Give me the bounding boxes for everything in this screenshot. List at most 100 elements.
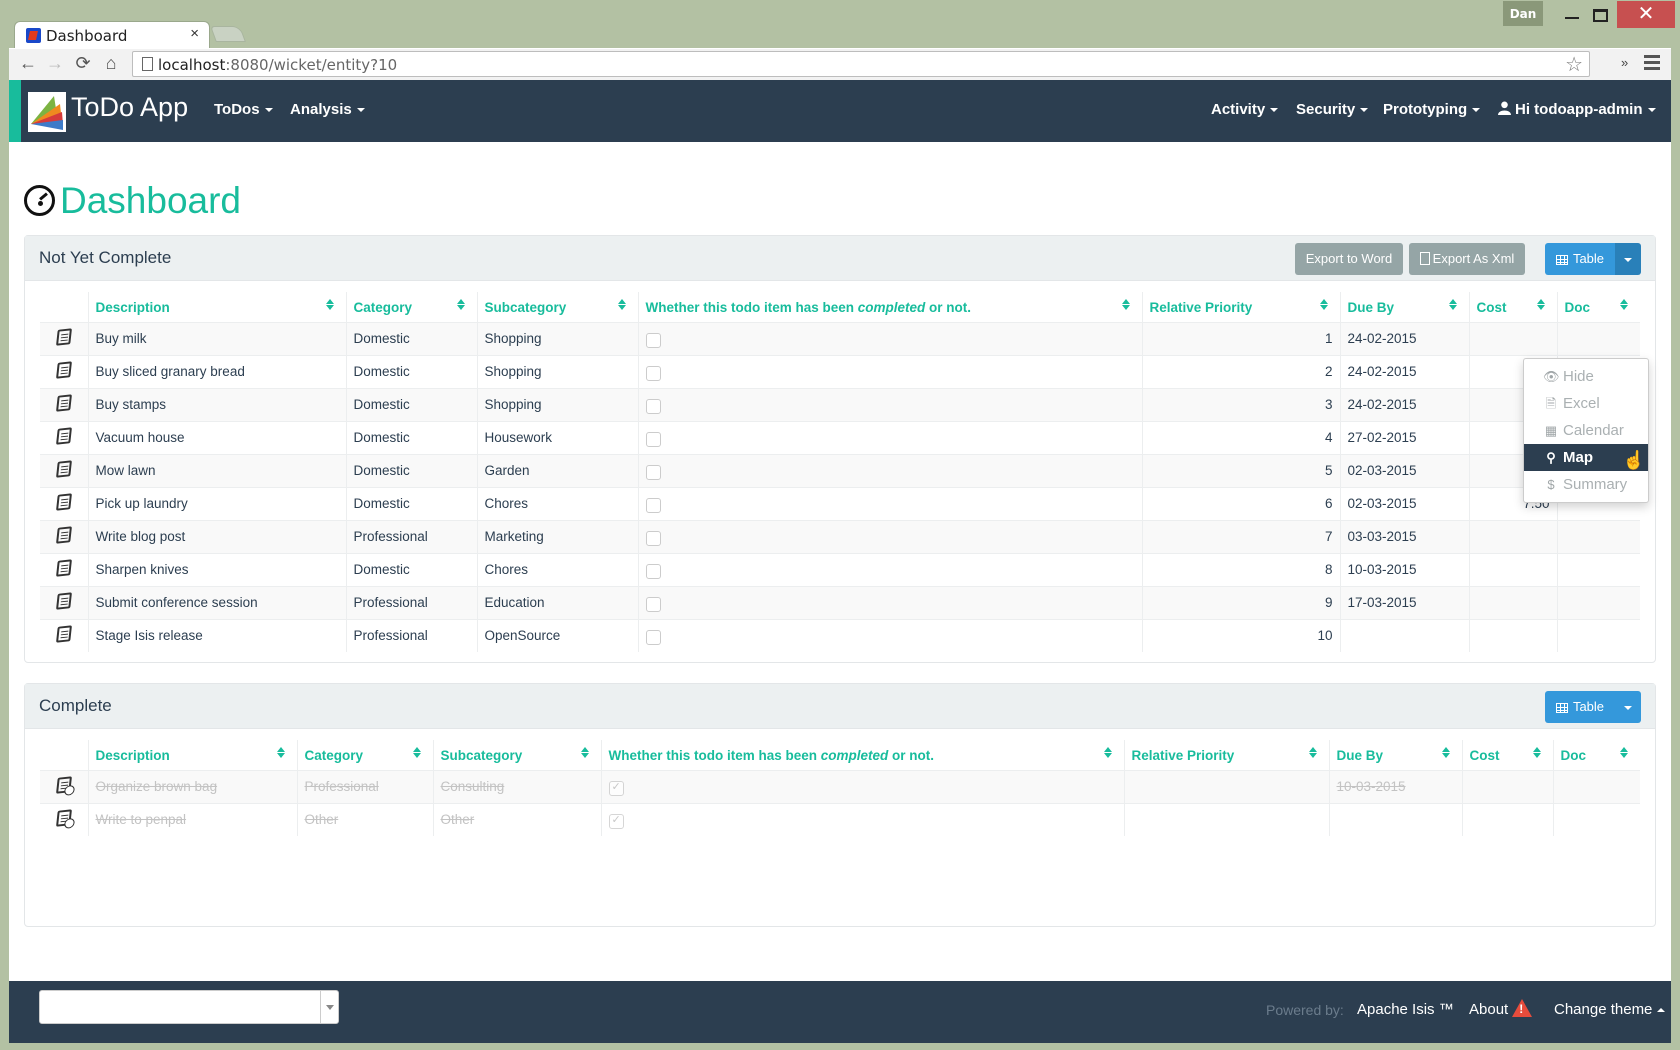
sort-icon[interactable] bbox=[1533, 747, 1541, 759]
footer-select[interactable] bbox=[39, 990, 339, 1024]
sort-icon[interactable] bbox=[1449, 299, 1457, 311]
col-cost[interactable]: Cost bbox=[1462, 740, 1553, 770]
row-icon-cell[interactable] bbox=[40, 454, 88, 487]
view-option-map[interactable]: ⚲Map☝ bbox=[1524, 444, 1648, 471]
col-doc[interactable]: Doc bbox=[1553, 740, 1640, 770]
maximize-button[interactable] bbox=[1580, 1, 1620, 28]
view-option-calendar[interactable]: ▦Calendar bbox=[1524, 417, 1648, 444]
row-icon-cell[interactable] bbox=[40, 553, 88, 586]
col-due-by[interactable]: Due By bbox=[1340, 292, 1469, 322]
menu-todos[interactable]: ToDos bbox=[214, 101, 273, 118]
sort-icon[interactable] bbox=[618, 299, 626, 311]
table-row[interactable]: Buy sliced granary breadDomesticShopping… bbox=[40, 355, 1640, 388]
cell-description[interactable]: Write to penpal bbox=[88, 803, 297, 836]
sort-icon[interactable] bbox=[326, 299, 334, 311]
col-complete[interactable]: Whether this todo item has been complete… bbox=[601, 740, 1124, 770]
apache-isis-link[interactable]: Apache Isis ™ bbox=[1357, 1001, 1454, 1018]
forward-arrow-icon[interactable]: → bbox=[44, 53, 66, 74]
bookmark-star-icon[interactable]: ☆ bbox=[1565, 52, 1583, 77]
view-option-hide[interactable]: 👁Hide bbox=[1524, 363, 1648, 390]
sort-icon[interactable] bbox=[1122, 299, 1130, 311]
sort-icon[interactable] bbox=[1309, 747, 1317, 759]
cell-description[interactable]: Organize brown bag bbox=[88, 770, 297, 803]
row-icon-cell[interactable] bbox=[40, 586, 88, 619]
col-doc[interactable]: Doc bbox=[1557, 292, 1640, 322]
row-icon-cell[interactable] bbox=[40, 487, 88, 520]
view-table-button[interactable]: Table bbox=[1545, 691, 1615, 723]
todo-item-icon[interactable] bbox=[56, 559, 72, 576]
col-due-by[interactable]: Due By bbox=[1329, 740, 1462, 770]
table-row[interactable]: Pick up laundryDomesticChores602-03-2015… bbox=[40, 487, 1640, 520]
menu-analysis[interactable]: Analysis bbox=[290, 101, 365, 118]
cell-description[interactable]: Vacuum house bbox=[88, 421, 346, 454]
cell-description[interactable]: Buy stamps bbox=[88, 388, 346, 421]
select-arrow-icon[interactable] bbox=[320, 991, 338, 1023]
app-brand-name[interactable]: ToDo App bbox=[71, 92, 188, 123]
cell-description[interactable]: Write blog post bbox=[88, 520, 346, 553]
home-icon[interactable]: ⌂ bbox=[100, 53, 122, 74]
export-to-word-button[interactable]: Export to Word bbox=[1295, 243, 1403, 275]
table-row[interactable]: Vacuum houseDomesticHousework427-02-2015 bbox=[40, 421, 1640, 454]
col-category[interactable]: Category bbox=[297, 740, 433, 770]
sort-icon[interactable] bbox=[457, 299, 465, 311]
row-icon-cell[interactable] bbox=[40, 520, 88, 553]
cell-description[interactable]: Submit conference session bbox=[88, 586, 346, 619]
change-theme-menu[interactable]: Change theme bbox=[1554, 1001, 1665, 1018]
browser-menu-icon[interactable] bbox=[1644, 55, 1660, 73]
todo-item-icon[interactable] bbox=[56, 361, 72, 378]
col-cost[interactable]: Cost bbox=[1469, 292, 1557, 322]
todo-item-icon[interactable] bbox=[56, 592, 72, 609]
row-icon-cell[interactable] bbox=[40, 355, 88, 388]
close-window-button[interactable]: ✕ bbox=[1617, 1, 1675, 28]
row-icon-cell[interactable] bbox=[40, 803, 88, 836]
extensions-overflow-icon[interactable]: » bbox=[1621, 55, 1628, 70]
todo-item-icon[interactable] bbox=[56, 493, 72, 510]
col-subcategory[interactable]: Subcategory bbox=[433, 740, 601, 770]
table-row[interactable]: Submit conference sessionProfessionalEdu… bbox=[40, 586, 1640, 619]
cell-description[interactable]: Buy milk bbox=[88, 322, 346, 355]
reload-icon[interactable]: ⟳ bbox=[72, 53, 94, 74]
todo-done-icon[interactable] bbox=[56, 810, 72, 827]
sort-icon[interactable] bbox=[1620, 747, 1628, 759]
sort-icon[interactable] bbox=[1620, 299, 1628, 311]
cell-description[interactable]: Pick up laundry bbox=[88, 487, 346, 520]
about-link[interactable]: About bbox=[1469, 1001, 1532, 1018]
view-table-button[interactable]: Table bbox=[1545, 243, 1615, 275]
view-dropdown-toggle[interactable] bbox=[1615, 243, 1641, 275]
table-row[interactable]: Organize brown bagProfessionalConsulting… bbox=[40, 770, 1640, 803]
export-as-xml-button[interactable]: Export As Xml bbox=[1409, 243, 1525, 275]
table-row[interactable]: Sharpen knivesDomesticChores810-03-2015 bbox=[40, 553, 1640, 586]
sort-icon[interactable] bbox=[1442, 747, 1450, 759]
todo-item-icon[interactable] bbox=[56, 394, 72, 411]
table-row[interactable]: Buy milkDomesticShopping124-02-2015 bbox=[40, 322, 1640, 355]
table-row[interactable]: Stage Isis releaseProfessionalOpenSource… bbox=[40, 619, 1640, 652]
table-row[interactable]: Mow lawnDomesticGarden502-03-2015 bbox=[40, 454, 1640, 487]
table-row[interactable]: Write blog postProfessionalMarketing703-… bbox=[40, 520, 1640, 553]
new-tab-button[interactable] bbox=[210, 26, 246, 42]
cell-description[interactable]: Mow lawn bbox=[88, 454, 346, 487]
sort-icon[interactable] bbox=[581, 747, 589, 759]
row-icon-cell[interactable] bbox=[40, 322, 88, 355]
table-row[interactable]: Buy stampsDomesticShopping324-02-2015 bbox=[40, 388, 1640, 421]
view-option-excel[interactable]: 🗎Excel bbox=[1524, 390, 1648, 417]
sort-icon[interactable] bbox=[277, 747, 285, 759]
sort-icon[interactable] bbox=[413, 747, 421, 759]
row-icon-cell[interactable] bbox=[40, 619, 88, 652]
col-relative-priority[interactable]: Relative Priority bbox=[1124, 740, 1329, 770]
table-row[interactable]: Write to penpalOtherOther bbox=[40, 803, 1640, 836]
sort-icon[interactable] bbox=[1104, 747, 1112, 759]
address-bar[interactable]: localhost:8080/wicket/entity?10 ☆ bbox=[132, 51, 1590, 77]
cell-description[interactable]: Sharpen knives bbox=[88, 553, 346, 586]
col-complete[interactable]: Whether this todo item has been complete… bbox=[638, 292, 1142, 322]
todo-item-icon[interactable] bbox=[56, 460, 72, 477]
sort-icon[interactable] bbox=[1320, 299, 1328, 311]
row-icon-cell[interactable] bbox=[40, 388, 88, 421]
col-description[interactable]: Description bbox=[88, 740, 297, 770]
menu-prototyping[interactable]: Prototyping bbox=[1383, 101, 1480, 118]
view-dropdown-toggle[interactable] bbox=[1615, 691, 1641, 723]
todo-item-icon[interactable] bbox=[56, 526, 72, 543]
todo-item-icon[interactable] bbox=[56, 626, 72, 643]
menu-security[interactable]: Security bbox=[1296, 101, 1368, 118]
back-arrow-icon[interactable]: ← bbox=[17, 53, 39, 74]
cell-description[interactable]: Buy sliced granary bread bbox=[88, 355, 346, 388]
